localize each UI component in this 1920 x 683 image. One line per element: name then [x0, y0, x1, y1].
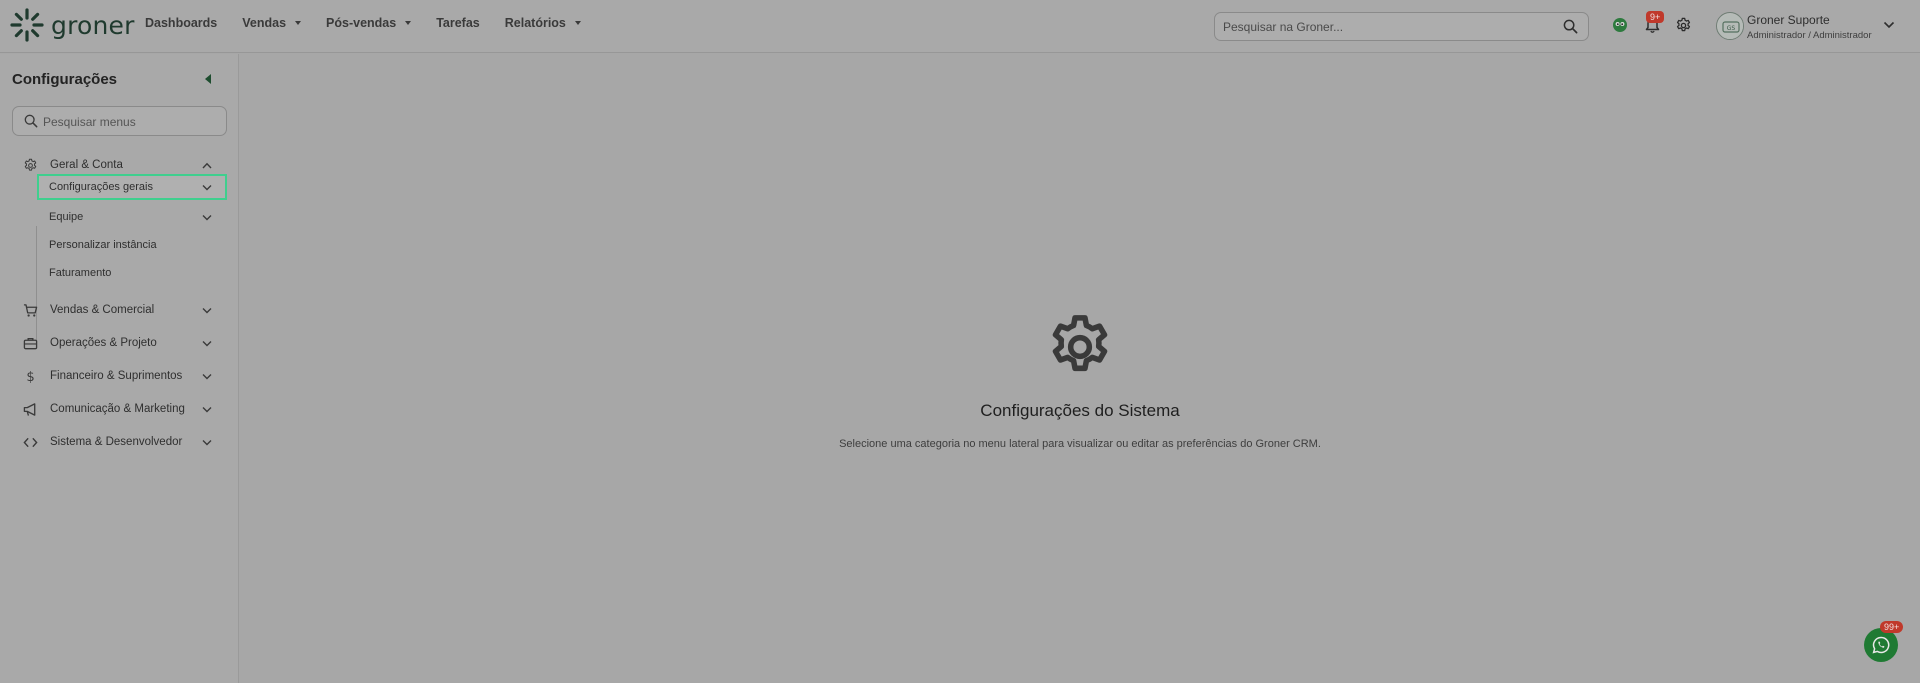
group-label: Sistema & Desenvolvedor	[50, 436, 183, 448]
briefcase-icon	[23, 337, 38, 350]
nav-label: Vendas	[242, 16, 287, 30]
chevron-up-icon	[202, 162, 212, 169]
subitem-label: Equipe	[49, 211, 84, 223]
large-gear-icon	[1052, 315, 1108, 372]
settings-gear-icon[interactable]	[1675, 17, 1692, 34]
chevron-down-icon	[202, 308, 212, 314]
user-name: Groner Suporte	[1747, 13, 1830, 27]
brand-name: groner	[51, 10, 135, 40]
main-content: Configurações do Sistema Selecione uma c…	[240, 54, 1920, 683]
caret-down-icon	[295, 21, 302, 25]
mascot-icon[interactable]	[1612, 17, 1628, 33]
chevron-down-icon	[202, 440, 212, 446]
whatsapp-icon	[1872, 636, 1890, 654]
code-icon	[23, 437, 38, 448]
subitem-personalizar-instancia[interactable]: Personalizar instância	[37, 232, 227, 258]
nav-label: Pós-vendas	[326, 16, 397, 30]
sidebar-search-input[interactable]	[43, 113, 218, 131]
chevron-down-icon	[202, 374, 212, 380]
group-financeiro-suprimentos[interactable]: $ Financeiro & Suprimentos	[0, 364, 239, 390]
groner-logo[interactable]: groner	[9, 7, 135, 43]
collapse-sidebar-icon[interactable]	[205, 74, 211, 84]
subitem-label: Personalizar instância	[49, 239, 157, 251]
subitem-label: Configurações gerais	[49, 181, 153, 193]
whatsapp-button[interactable]	[1864, 628, 1898, 662]
nav-label: Relatórios	[504, 16, 566, 30]
subitem-configuracoes-gerais[interactable]: Configurações gerais	[37, 174, 227, 200]
avatar-image-icon: GS	[1718, 14, 1743, 39]
caret-down-icon	[574, 21, 581, 25]
nav-label: Dashboards	[145, 16, 218, 30]
nav-relatorios[interactable]: Relatórios	[505, 16, 581, 30]
nav-label: Tarefas	[436, 16, 480, 30]
group-label: Vendas & Comercial	[50, 304, 155, 316]
notification-badge: 9+	[1646, 11, 1665, 23]
empty-state-description: Selecione uma categoria no menu lateral …	[839, 438, 1321, 450]
subitem-label: Faturamento	[49, 267, 112, 279]
empty-state-title: Configurações do Sistema	[980, 401, 1180, 420]
nav-vendas[interactable]: Vendas	[242, 16, 302, 30]
chevron-down-icon	[202, 185, 212, 191]
group-label: Geral & Conta	[50, 159, 123, 171]
group-operacoes-projeto[interactable]: Operações & Projeto	[0, 331, 239, 357]
cart-icon	[23, 304, 38, 317]
svg-text:$: $	[26, 370, 34, 384]
subitem-faturamento[interactable]: Faturamento	[37, 260, 227, 286]
sidebar-search	[12, 106, 227, 136]
user-menu[interactable]: GS Groner Suporte Administrador / Admini…	[1716, 12, 1906, 42]
global-search	[1214, 12, 1589, 41]
chevron-down-icon	[1883, 21, 1895, 29]
top-bar: groner Dashboards Vendas Pós-vendas Tare…	[0, 0, 1920, 53]
group-sistema-desenvolvedor[interactable]: Sistema & Desenvolvedor	[0, 430, 239, 456]
group-label: Comunicação & Marketing	[50, 403, 185, 415]
chevron-down-icon	[202, 407, 212, 413]
main-nav: Dashboards Vendas Pós-vendas Tarefas Rel…	[145, 16, 606, 30]
search-icon	[24, 114, 38, 128]
nav-tarefas[interactable]: Tarefas	[436, 16, 480, 30]
user-role: Administrador / Administrador	[1747, 30, 1872, 41]
nav-pos-vendas[interactable]: Pós-vendas	[326, 16, 412, 30]
global-search-input[interactable]	[1223, 18, 1553, 36]
sidebar-title: Configurações	[12, 71, 118, 88]
group-label: Financeiro & Suprimentos	[50, 370, 183, 382]
whatsapp-badge: 99+	[1880, 621, 1904, 633]
subitem-equipe[interactable]: Equipe	[37, 204, 227, 230]
svg-text:GS: GS	[1727, 25, 1736, 32]
search-icon[interactable]	[1563, 19, 1578, 34]
gear-icon	[24, 158, 37, 171]
logo-burst-icon	[10, 8, 44, 42]
group-label: Operações & Projeto	[50, 337, 157, 349]
chevron-down-icon	[202, 341, 212, 347]
settings-sidebar: Configurações Geral & Conta Configuraçõe…	[0, 54, 239, 683]
group-vendas-comercial[interactable]: Vendas & Comercial	[0, 298, 239, 324]
group-comunicacao-marketing[interactable]: Comunicação & Marketing	[0, 397, 239, 423]
caret-down-icon	[405, 21, 412, 25]
dollar-icon: $	[26, 370, 34, 384]
nav-dashboards[interactable]: Dashboards	[145, 16, 217, 30]
avatar: GS	[1716, 12, 1744, 40]
megaphone-icon	[23, 403, 36, 416]
chevron-down-icon	[202, 215, 212, 221]
